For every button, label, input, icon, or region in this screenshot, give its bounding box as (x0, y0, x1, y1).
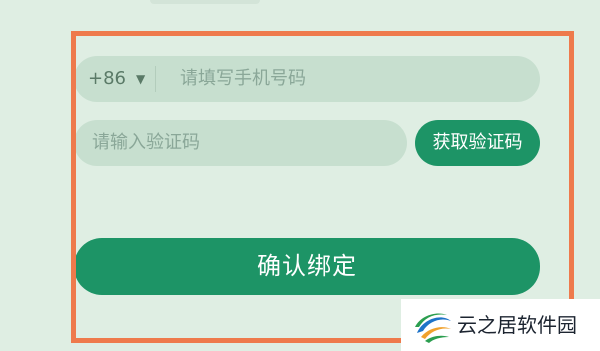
highlight-frame (71, 31, 574, 343)
top-edge-fragment (150, 0, 260, 4)
watermark-text: 云之居软件园 (457, 313, 577, 337)
watermark: 云之居软件园 (401, 299, 600, 351)
swirl-logo-icon (415, 313, 451, 343)
